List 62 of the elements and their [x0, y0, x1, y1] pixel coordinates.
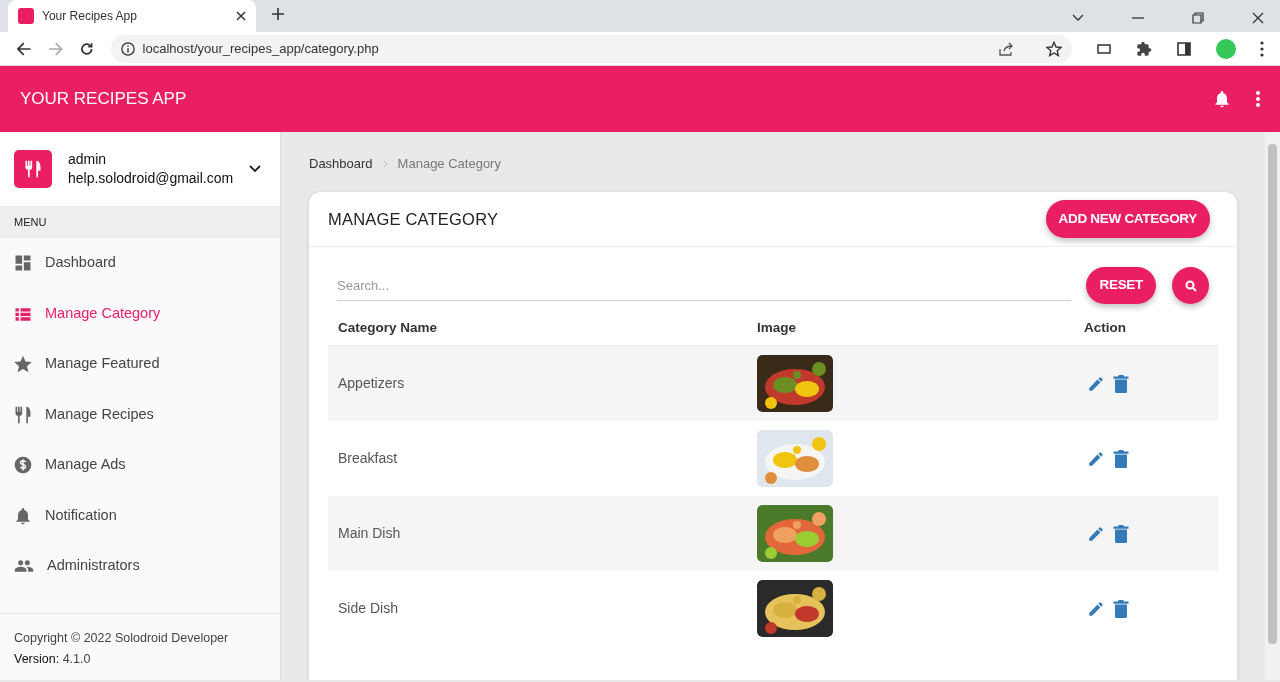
dollar-icon	[13, 455, 33, 476]
breadcrumb-item[interactable]: Dashboard	[309, 154, 373, 174]
user-email: help.solodroid@gmail.com	[68, 169, 234, 188]
category-name: Side Dish	[338, 600, 398, 616]
app-title: YOUR RECIPES APP	[20, 88, 187, 111]
forward-icon[interactable]	[47, 40, 64, 57]
chevron-right-icon	[382, 160, 388, 168]
dashboard-icon	[13, 253, 33, 274]
category-name: Appetizers	[338, 375, 405, 391]
menu-header: MENU	[14, 214, 47, 230]
edit-icon[interactable]	[1087, 524, 1105, 543]
sidebar-item[interactable]: Manage Featured	[0, 339, 280, 390]
add-category-button[interactable]: ADD NEW CATEGORY	[1045, 199, 1210, 239]
search-button[interactable]	[1172, 267, 1209, 304]
new-tab-icon[interactable]	[272, 8, 284, 21]
more-icon[interactable]	[1260, 40, 1264, 57]
edit-icon[interactable]	[1087, 599, 1105, 618]
sidebar-item[interactable]: Manage Category	[0, 288, 280, 339]
sidebar-item[interactable]: Manage Recipes	[0, 389, 280, 440]
fork-knife-icon	[23, 158, 43, 180]
bell-icon	[13, 505, 33, 526]
star-outline-icon[interactable]	[1046, 40, 1062, 57]
edit-icon[interactable]	[1087, 374, 1105, 393]
chevron-down-icon[interactable]	[249, 165, 262, 173]
reload-icon[interactable]	[79, 40, 95, 57]
search-icon	[1184, 279, 1197, 292]
version-text: Version: 4.1.0	[14, 651, 92, 668]
user-name: admin	[68, 150, 108, 169]
column-header: Category Name	[338, 320, 438, 336]
card-title: MANAGE CATEGORY	[328, 208, 499, 230]
info-icon	[120, 41, 135, 56]
delete-icon[interactable]	[1113, 524, 1129, 543]
close-icon[interactable]	[1252, 12, 1264, 24]
bell-icon[interactable]	[1212, 89, 1232, 109]
edit-icon[interactable]	[1087, 449, 1105, 468]
sidebar-item[interactable]: Dashboard	[0, 238, 280, 289]
delete-icon[interactable]	[1113, 374, 1129, 393]
sidebar-item[interactable]: Administrators	[0, 541, 280, 592]
sidebar-item[interactable]: Notification	[0, 490, 280, 541]
search-field[interactable]: Search...	[337, 270, 1071, 301]
sidebar-item[interactable]: Manage Ads	[0, 440, 280, 491]
category-name: Breakfast	[338, 450, 398, 466]
category-name: Main Dish	[338, 525, 401, 541]
reset-button[interactable]: RESET	[1086, 267, 1156, 304]
side-panel-icon[interactable]	[1176, 40, 1192, 57]
breadcrumb-item: Manage Category	[397, 155, 501, 174]
address-bar[interactable]: localhost/your_recipes_app/category.php	[110, 34, 1072, 63]
close-icon[interactable]	[236, 11, 246, 21]
scrollbar[interactable]	[1265, 132, 1280, 680]
column-header: Action	[1084, 320, 1126, 336]
favicon	[18, 8, 34, 24]
fork-knife-icon	[13, 404, 33, 425]
puzzle-icon[interactable]	[1136, 40, 1152, 57]
delete-icon[interactable]	[1113, 449, 1129, 468]
star-icon	[13, 354, 33, 375]
share-icon[interactable]	[998, 40, 1014, 57]
delete-icon[interactable]	[1113, 599, 1129, 618]
column-header: Image	[757, 320, 797, 336]
copyright-text: Copyright © 2022 Solodroid Developer	[14, 630, 230, 647]
restore-icon[interactable]	[1192, 12, 1204, 24]
chevron-down-icon[interactable]	[1072, 14, 1084, 22]
back-icon[interactable]	[16, 40, 32, 57]
